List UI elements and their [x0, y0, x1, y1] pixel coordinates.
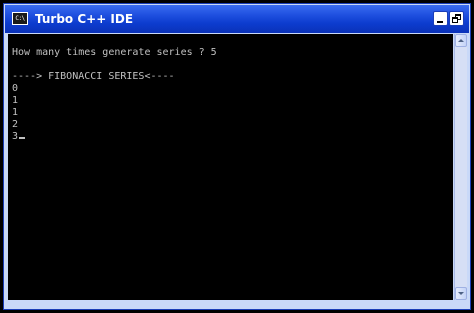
console-output-line: 1	[12, 107, 19, 118]
vertical-scrollbar[interactable]	[454, 34, 467, 300]
arrow-up-icon	[458, 39, 464, 42]
screen-frame: C:\ Turbo C++ IDE How many times generat…	[0, 0, 474, 313]
console-output-line: 2	[12, 119, 19, 130]
console-output-value: 3	[12, 131, 19, 142]
window-title: Turbo C++ IDE	[35, 12, 134, 26]
text-cursor	[19, 137, 26, 139]
restore-icon-front	[452, 17, 458, 23]
minimize-icon	[437, 21, 443, 23]
restore-button[interactable]	[449, 11, 464, 26]
console-output-line: 1	[12, 95, 19, 106]
scroll-down-button[interactable]	[455, 287, 467, 300]
arrow-down-icon	[458, 292, 464, 295]
console-header-line: ----> FIBONACCI SERIES<----	[12, 71, 175, 82]
console-output-line-last: 3	[12, 131, 26, 143]
console-app-icon[interactable]: C:\	[12, 12, 28, 25]
title-bar[interactable]: C:\ Turbo C++ IDE	[5, 5, 469, 33]
scroll-up-button[interactable]	[455, 34, 467, 47]
console-window: C:\ Turbo C++ IDE How many times generat…	[3, 3, 471, 310]
minimize-button[interactable]	[433, 11, 448, 26]
console-prompt-line: How many times generate series ? 5	[12, 47, 217, 58]
window-bottom-border	[8, 301, 467, 306]
console-output[interactable]: How many times generate series ? 5 ---->…	[8, 34, 453, 300]
console-output-line: 0	[12, 83, 19, 94]
